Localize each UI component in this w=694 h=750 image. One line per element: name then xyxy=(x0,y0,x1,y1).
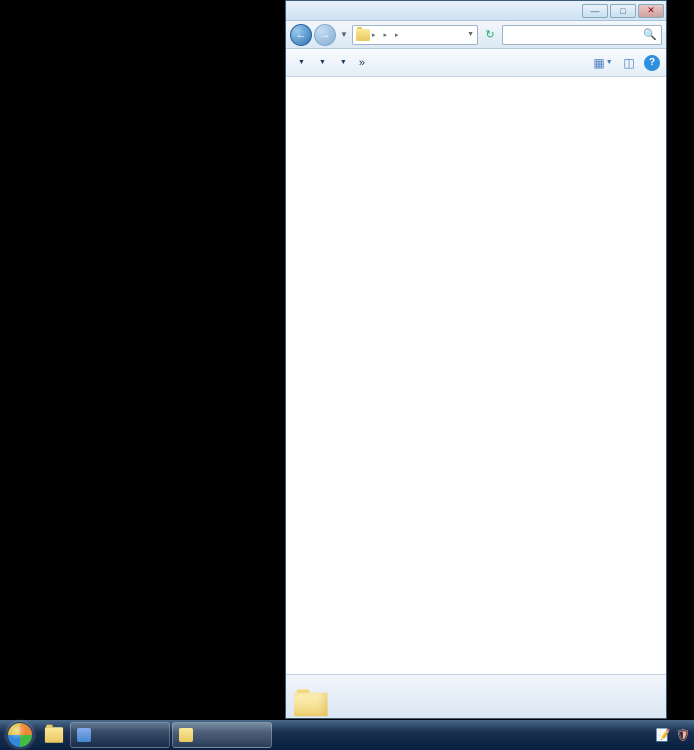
share-menu[interactable]: ▼ xyxy=(334,57,351,68)
help-button[interactable]: ? xyxy=(644,55,660,71)
tray-icon[interactable]: 📝 xyxy=(654,726,672,744)
folder-icon xyxy=(356,29,370,41)
address-dropdown[interactable]: ▼ xyxy=(467,31,474,38)
titlebar[interactable]: — □ ✕ xyxy=(286,1,666,21)
nav-history-dropdown[interactable]: ▼ xyxy=(338,24,350,46)
toolbar-overflow[interactable]: » xyxy=(355,55,369,71)
view-options-button[interactable]: ▦▼ xyxy=(592,53,614,73)
minimize-button[interactable]: — xyxy=(582,4,608,18)
status-bar xyxy=(286,674,666,718)
address-bar[interactable]: ▸ ▸ ▸ ▼ xyxy=(352,25,478,45)
chevron-right-icon: ▸ xyxy=(372,31,376,39)
app-icon xyxy=(77,728,91,742)
desktop[interactable]: — □ ✕ ← → ▼ ▸ ▸ ▸ ▼ ↻ 🔍 xyxy=(0,0,694,750)
toolbar: ▼ ▼ ▼ » ▦▼ ◫ ? xyxy=(286,49,666,77)
back-button[interactable]: ← xyxy=(290,24,312,46)
pinned-explorer[interactable] xyxy=(40,722,68,748)
chevron-right-icon: ▸ xyxy=(395,31,399,39)
navbar: ← → ▼ ▸ ▸ ▸ ▼ ↻ 🔍 xyxy=(286,21,666,49)
taskbar: 📝 🛡 xyxy=(0,720,694,750)
forward-button[interactable]: → xyxy=(314,24,336,46)
include-library-menu[interactable]: ▼ xyxy=(313,57,330,68)
explorer-window: — □ ✕ ← → ▼ ▸ ▸ ▸ ▼ ↻ 🔍 xyxy=(285,0,667,719)
search-input[interactable] xyxy=(507,29,643,40)
search-icon: 🔍 xyxy=(643,28,657,41)
file-list[interactable] xyxy=(286,77,666,674)
maximize-button[interactable]: □ xyxy=(610,4,636,18)
app-icon xyxy=(179,728,193,742)
windows-orb-icon xyxy=(7,722,33,748)
tray-icon[interactable]: 🛡 xyxy=(674,726,692,744)
folder-icon xyxy=(294,683,326,711)
task-wallpaper-widescreen[interactable] xyxy=(172,722,272,748)
chevron-right-icon: ▸ xyxy=(384,31,388,39)
folder-icon xyxy=(45,727,63,743)
refresh-button[interactable]: ↻ xyxy=(480,25,500,45)
organize-menu[interactable]: ▼ xyxy=(292,57,309,68)
close-button[interactable]: ✕ xyxy=(638,4,664,18)
start-button[interactable] xyxy=(2,721,38,749)
preview-pane-button[interactable]: ◫ xyxy=(618,53,640,73)
task-personalization[interactable] xyxy=(70,722,170,748)
search-box[interactable]: 🔍 xyxy=(502,25,662,45)
